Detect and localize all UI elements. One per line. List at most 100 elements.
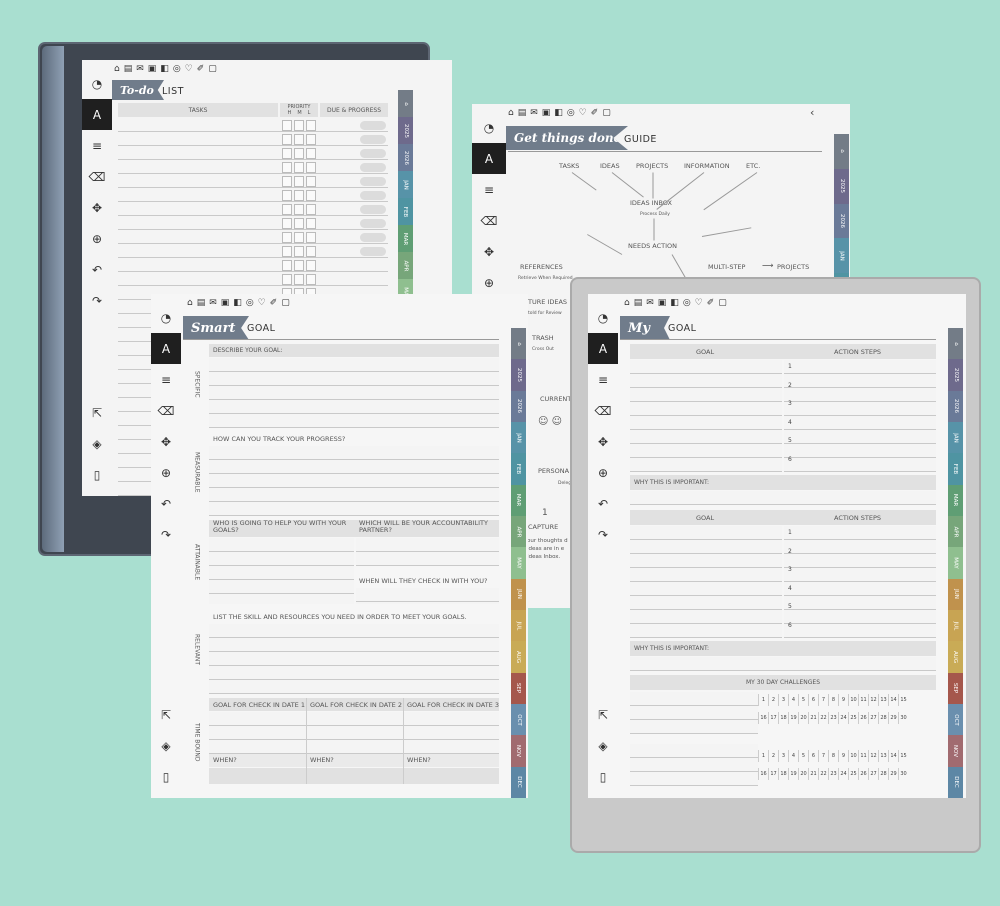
tab-feb[interactable]: FEB xyxy=(948,453,963,485)
target-icon[interactable]: ◎ xyxy=(683,298,691,308)
clock-icon[interactable]: ◔ xyxy=(82,68,112,99)
eraser-icon[interactable]: ⌫ xyxy=(472,205,506,236)
challenge-day[interactable]: 16 xyxy=(758,712,768,724)
tab-apr[interactable]: APR xyxy=(511,515,526,548)
heart-icon[interactable]: ♡ xyxy=(185,64,193,74)
priority-checkbox[interactable] xyxy=(306,274,316,285)
priority-checkbox[interactable] xyxy=(282,204,292,215)
challenge-day[interactable]: 10 xyxy=(848,694,858,706)
priority-checkbox[interactable] xyxy=(282,120,292,131)
challenge-day[interactable]: 4 xyxy=(788,750,798,762)
challenge-day[interactable]: 20 xyxy=(798,712,808,724)
tab-sep[interactable]: SEP xyxy=(511,672,526,704)
challenge-day[interactable]: 25 xyxy=(848,768,858,780)
clock-icon[interactable]: ◔ xyxy=(472,112,506,143)
progress-pill[interactable] xyxy=(360,191,386,200)
tab-oct[interactable]: OCT xyxy=(948,703,963,736)
page-icon[interactable]: ▯ xyxy=(82,459,112,490)
tab-home[interactable]: ⌂ xyxy=(948,328,963,360)
document-icon[interactable]: ▢ xyxy=(602,108,611,118)
priority-checkbox[interactable] xyxy=(282,148,292,159)
challenge-day[interactable]: 15 xyxy=(898,750,908,762)
tab-aug[interactable]: AUG xyxy=(511,641,526,673)
notes-icon[interactable]: ▤ xyxy=(634,298,643,308)
challenge-day[interactable]: 30 xyxy=(898,712,908,724)
eraser-icon[interactable]: ⌫ xyxy=(82,161,112,192)
priority-checkbox[interactable] xyxy=(294,232,304,243)
action-lines-1[interactable] xyxy=(784,360,936,472)
challenge-day[interactable]: 10 xyxy=(848,750,858,762)
home-icon[interactable]: ⌂ xyxy=(114,64,120,74)
menu-icon[interactable]: ≡ xyxy=(82,130,112,161)
tab-may[interactable]: MAY xyxy=(511,547,526,579)
challenge-day[interactable]: 16 xyxy=(758,768,768,780)
mail-icon[interactable]: ✉ xyxy=(136,64,144,74)
menu-icon[interactable]: ≡ xyxy=(151,364,181,395)
priority-checkbox[interactable] xyxy=(306,134,316,145)
challenge-day[interactable]: 23 xyxy=(828,768,838,780)
pencil-icon[interactable]: ✐ xyxy=(591,108,599,118)
pencil-icon[interactable]: ✐ xyxy=(707,298,715,308)
briefcase-icon[interactable]: ▣ xyxy=(542,108,551,118)
tab-feb[interactable]: FEB xyxy=(398,198,413,225)
home-icon[interactable]: ⌂ xyxy=(508,108,514,118)
priority-checkbox[interactable] xyxy=(282,232,292,243)
tab-2026[interactable]: 2026 xyxy=(948,390,963,422)
challenge-day[interactable]: 3 xyxy=(778,750,788,762)
challenge-day[interactable]: 21 xyxy=(808,712,818,724)
priority-checkbox[interactable] xyxy=(294,148,304,159)
tab-apr[interactable]: APR xyxy=(948,515,963,548)
challenge-day[interactable]: 30 xyxy=(898,768,908,780)
challenge-day[interactable]: 17 xyxy=(768,768,778,780)
challenge-day[interactable]: 22 xyxy=(818,768,828,780)
back-chevron-icon[interactable]: ‹ xyxy=(810,106,814,119)
page-icon[interactable]: ▯ xyxy=(151,761,181,792)
clock-icon[interactable]: ◔ xyxy=(588,302,618,333)
priority-checkbox[interactable] xyxy=(282,134,292,145)
notes-icon[interactable]: ▤ xyxy=(124,64,133,74)
when-fill-row[interactable] xyxy=(209,768,499,784)
page-icon[interactable]: ▯ xyxy=(588,761,618,792)
eraser-icon[interactable]: ⌫ xyxy=(588,395,618,426)
wallet-icon[interactable]: ◧ xyxy=(670,298,679,308)
challenge-day[interactable]: 27 xyxy=(868,768,878,780)
progress-pill[interactable] xyxy=(360,177,386,186)
tab-2026[interactable]: 2026 xyxy=(511,390,526,422)
progress-pill[interactable] xyxy=(360,247,386,256)
challenge-day[interactable]: 19 xyxy=(788,768,798,780)
challenge-day[interactable]: 12 xyxy=(868,750,878,762)
challenge-day[interactable]: 13 xyxy=(878,750,888,762)
export-icon[interactable]: ⇱ xyxy=(588,699,618,730)
progress-pill[interactable] xyxy=(360,149,386,158)
challenge-day[interactable]: 20 xyxy=(798,768,808,780)
attainable-lines-1[interactable] xyxy=(209,538,354,604)
challenge-day[interactable]: 14 xyxy=(888,750,898,762)
pencil-icon[interactable]: ✐ xyxy=(270,298,278,308)
challenge-day[interactable]: 22 xyxy=(818,712,828,724)
tab-mar[interactable]: MAR xyxy=(511,484,526,516)
tab-nov[interactable]: NOV xyxy=(948,735,963,767)
wallet-icon[interactable]: ◧ xyxy=(554,108,563,118)
relevant-lines[interactable] xyxy=(209,624,499,694)
tab-2025[interactable]: 2025 xyxy=(511,359,526,391)
tab-oct[interactable]: OCT xyxy=(511,703,526,736)
priority-checkbox[interactable] xyxy=(282,218,292,229)
tab-2025[interactable]: 2025 xyxy=(948,359,963,391)
priority-checkbox[interactable] xyxy=(294,246,304,257)
challenge-day[interactable]: 5 xyxy=(798,750,808,762)
challenge-day[interactable]: 28 xyxy=(878,712,888,724)
challenge-day[interactable]: 2 xyxy=(768,694,778,706)
challenge-day[interactable]: 18 xyxy=(778,712,788,724)
priority-checkbox[interactable] xyxy=(306,162,316,173)
move-icon[interactable]: ✥ xyxy=(82,192,112,223)
tab-jul[interactable]: JUL xyxy=(948,609,963,642)
tab-mar[interactable]: MAR xyxy=(398,225,413,252)
challenge-day[interactable]: 29 xyxy=(888,712,898,724)
challenge-day[interactable]: 27 xyxy=(868,712,878,724)
tab-home[interactable]: ⌂ xyxy=(834,134,849,169)
attainable-lines-2[interactable] xyxy=(356,538,499,566)
briefcase-icon[interactable]: ▣ xyxy=(148,64,157,74)
priority-checkbox[interactable] xyxy=(294,260,304,271)
tab-jun[interactable]: JUN xyxy=(511,578,526,610)
priority-checkbox[interactable] xyxy=(306,204,316,215)
